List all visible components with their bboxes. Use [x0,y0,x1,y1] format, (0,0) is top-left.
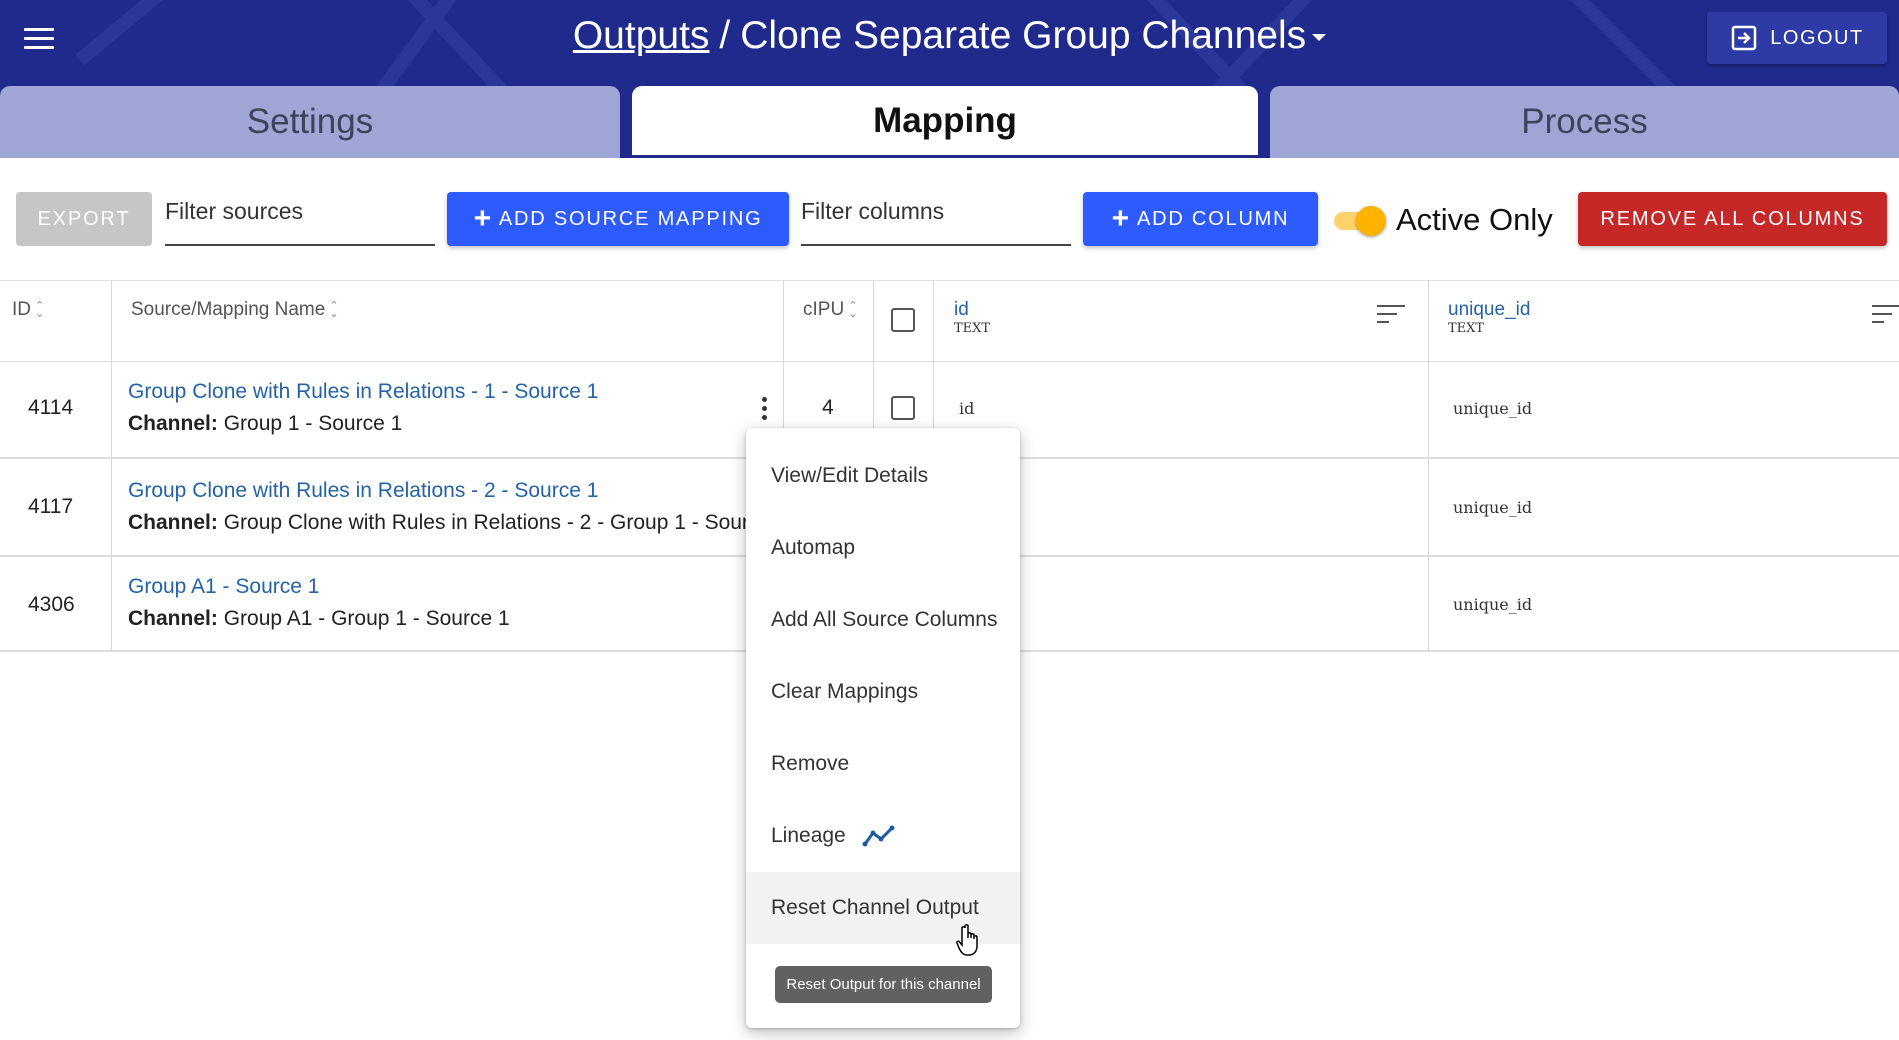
row-cpu: 4 [822,396,834,419]
add-source-mapping-label: ADD SOURCE MAPPING [498,207,763,230]
sort-icon: ⌃ ⌄ [848,299,858,320]
source-mapping-link[interactable]: Group Clone with Rules in Relations - 2 … [128,479,771,503]
row-id: 4117 [28,495,74,518]
menu-item-view-edit-details[interactable]: View/Edit Details [746,440,1020,512]
channel-value: Group A1 - Group 1 - Source 1 [223,607,510,630]
row-source: Group Clone with Rules in Relations - 1 … [128,380,598,436]
remove-all-columns-button[interactable]: REMOVE ALL COLUMNS [1578,192,1887,246]
column-name[interactable]: id [954,299,990,321]
add-column-label: ADD COLUMN [1136,207,1290,230]
menu-item-add-all-source-columns[interactable]: Add All Source Columns [746,584,1020,656]
chevron-down-icon[interactable] [1312,34,1327,42]
mapping-cell-unique-id[interactable]: unique_id [1453,498,1532,517]
menu-item-clear-mappings[interactable]: Clear Mappings [746,656,1020,728]
menu-item-automap[interactable]: Automap [746,512,1020,584]
channel-label: Channel: [128,412,218,435]
column-name[interactable]: unique_id [1448,299,1530,321]
tab-bar: Settings Mapping Process [0,86,1899,158]
row-checkbox[interactable] [891,396,915,420]
header-id-label: ID [12,299,31,320]
filter-sources-input[interactable]: Filter sources [165,192,435,246]
page-title: Outputs / Clone Separate Group Channels [0,14,1899,58]
sort-icon: ⌃ ⌄ [329,299,339,320]
add-source-mapping-button[interactable]: + ADD SOURCE MAPPING [447,192,789,246]
channel-text: Channel: Group 1 - Source 1 [128,412,598,436]
sort-icon: ⌃ ⌄ [35,299,45,320]
menu-item-lineage-label: Lineage [771,824,846,847]
channel-text: Channel: Group Clone with Rules in Relat… [128,511,771,535]
logout-icon [1732,25,1757,51]
column-menu-icon[interactable] [1872,305,1899,327]
mapping-toolbar: EXPORT Filter sources + ADD SOURCE MAPPI… [0,158,1899,280]
active-only-label: Active Only [1396,202,1553,237]
export-button[interactable]: EXPORT [16,192,152,246]
mapping-cell-id[interactable]: id [959,399,974,418]
table-header: ID ⌃ ⌄ Source/Mapping Name ⌃ ⌄ cIPU ⌃ ⌄ id TEX… [0,280,1899,362]
breadcrumb-separator: / [719,14,731,57]
toggle-knob [1356,206,1386,236]
row-source: Group A1 - Source 1 Channel: Group A1 - … [128,575,510,631]
channel-label: Channel: [128,607,218,630]
channel-text: Channel: Group A1 - Group 1 - Source 1 [128,607,510,631]
column-header-unique-id[interactable]: unique_id TEXT [1448,299,1530,336]
mapping-cell-unique-id[interactable]: unique_id [1453,399,1532,418]
source-mapping-link[interactable]: Group Clone with Rules in Relations - 1 … [128,380,598,404]
menu-item-remove[interactable]: Remove [746,728,1020,800]
mapping-cell-unique-id[interactable]: unique_id [1453,595,1532,614]
column-type: TEXT [954,321,991,336]
menu-item-lineage[interactable]: Lineage [746,800,1020,872]
row-id: 4306 [28,593,75,616]
lineage-icon [862,825,895,847]
channel-label: Channel: [128,511,218,534]
column-header-id[interactable]: id TEXT [954,299,990,336]
select-all-checkbox[interactable] [891,308,915,332]
filter-columns-input[interactable]: Filter columns [801,192,1071,246]
tab-settings[interactable]: Settings [0,86,620,158]
plus-icon: + [1111,202,1131,235]
breadcrumb-outputs-link[interactable]: Outputs [573,14,710,57]
logout-button[interactable]: LOGOUT [1707,12,1887,64]
channel-value: Group Clone with Rules in Relations - 2 … [223,511,772,534]
column-menu-icon[interactable] [1377,305,1405,327]
logout-label: LOGOUT [1770,26,1864,49]
tab-process[interactable]: Process [1270,86,1899,158]
row-source: Group Clone with Rules in Relations - 2 … [128,479,771,535]
channel-value: Group 1 - Source 1 [223,412,403,435]
header-cpu-label: cIPU [803,299,845,320]
app-header: Outputs / Clone Separate Group Channels LO… [0,0,1899,86]
tooltip: Reset Output for this channel [775,966,992,1003]
output-name: Clone Separate Group Channels [740,14,1307,57]
more-vert-icon[interactable] [759,397,769,425]
tab-mapping[interactable]: Mapping [632,86,1258,158]
plus-icon: + [473,202,493,235]
active-only-toggle[interactable] [1330,204,1386,236]
add-column-button[interactable]: + ADD COLUMN [1083,192,1318,246]
header-source-label: Source/Mapping Name [131,299,326,320]
row-id: 4114 [28,396,74,419]
hand-cursor-icon [956,924,978,956]
source-mapping-link[interactable]: Group A1 - Source 1 [128,575,510,599]
column-type: TEXT [1448,321,1485,336]
